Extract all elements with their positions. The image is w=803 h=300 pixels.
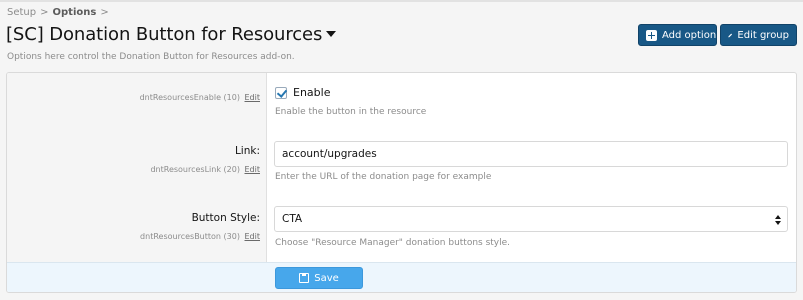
- link-hint: Enter the URL of the donation page for e…: [275, 172, 492, 182]
- button-style-option-meta: dntResourcesButton (30) Edit: [140, 232, 260, 241]
- breadcrumb-options[interactable]: Options: [53, 7, 97, 18]
- enable-checkbox[interactable]: Enable: [275, 86, 330, 99]
- link-edit-link[interactable]: Edit: [245, 165, 261, 174]
- options-form: dntResourcesEnable (10) Edit Enable Enab…: [6, 72, 797, 293]
- save-label: Save: [314, 272, 339, 284]
- page-description: Options here control the Donation Button…: [7, 52, 295, 62]
- enable-option-meta: dntResourcesEnable (10) Edit: [139, 93, 261, 102]
- edit-group-label: Edit group: [737, 29, 789, 41]
- button-style-label: Button Style:: [191, 212, 260, 224]
- page-title[interactable]: [SC] Donation Button for Resources: [6, 24, 337, 45]
- page-title-text: [SC] Donation Button for Resources: [6, 24, 323, 45]
- link-label: Link:: [234, 145, 260, 157]
- link-option-label: Link: dntResourcesLink (20) Edit: [7, 145, 260, 176]
- breadcrumb-separator: >: [40, 7, 49, 18]
- button-style-value: CTA: [282, 213, 303, 225]
- plus-square-icon: [646, 29, 657, 41]
- top-border: [0, 0, 803, 2]
- button-style-edit-link[interactable]: Edit: [245, 232, 261, 241]
- select-arrows-icon: [775, 215, 781, 225]
- breadcrumb: Setup > Options >: [7, 7, 113, 18]
- add-option-button[interactable]: Add option: [638, 24, 717, 46]
- breadcrumb-separator: >: [100, 7, 109, 18]
- link-input[interactable]: account/upgrades: [274, 141, 788, 167]
- edit-group-button[interactable]: Edit group: [720, 24, 797, 46]
- button-style-option-label: Button Style: dntResourcesButton (30) Ed…: [7, 212, 260, 243]
- enable-edit-link[interactable]: Edit: [245, 93, 261, 102]
- button-style-hint: Choose "Resource Manager" donation butto…: [275, 238, 511, 248]
- link-option-meta: dntResourcesLink (20) Edit: [150, 165, 260, 174]
- enable-checkbox-label: Enable: [293, 86, 331, 99]
- floppy-disk-icon: [299, 273, 310, 283]
- caret-down-icon[interactable]: [326, 30, 337, 37]
- checkbox-checked-icon[interactable]: [275, 86, 287, 99]
- enable-option-label: dntResourcesEnable (10) Edit: [7, 85, 260, 104]
- link-input-value: account/upgrades: [282, 148, 377, 160]
- pencil-icon: [728, 33, 733, 37]
- save-button[interactable]: Save: [275, 267, 363, 289]
- add-option-label: Add option: [662, 29, 717, 41]
- form-footer: Save: [7, 262, 796, 292]
- button-style-select[interactable]: CTA: [274, 206, 788, 232]
- breadcrumb-setup[interactable]: Setup: [7, 7, 36, 18]
- enable-hint: Enable the button in the resource: [275, 107, 427, 117]
